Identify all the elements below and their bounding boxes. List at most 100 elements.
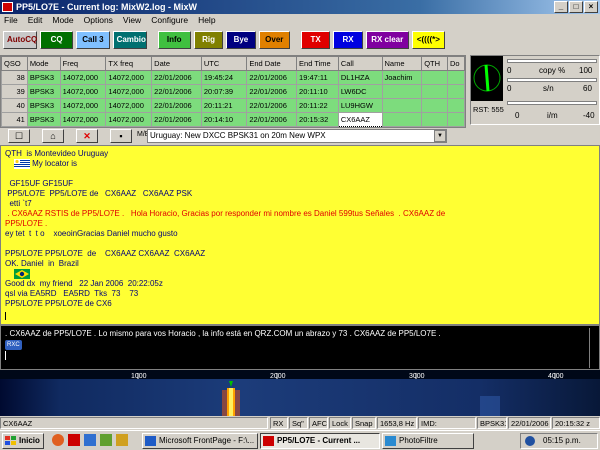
macro-call3-button[interactable]: Call 3 [76,31,110,49]
delete-icon[interactable]: ✕ [76,129,98,143]
rx-line: Good dx my friend 22 Jan 2006 20:22:05z [5,279,163,289]
rx-line: GF15UF GF15UF [5,179,74,189]
macro-autocq-button[interactable]: AutoCQ [3,31,37,49]
macro-info-button[interactable]: Info [157,31,191,49]
quick-launch [52,434,128,446]
taskbar-item-mixw[interactable]: PP5/LO7E - Current ... [260,433,380,449]
status-afc[interactable]: AFC [309,417,328,429]
tx-scrollbar[interactable] [589,328,597,368]
column-header[interactable]: End Date [246,56,298,71]
menu-configure[interactable]: Configure [151,14,188,27]
waterfall-display[interactable]: 1000 2000 3000 4000 [0,370,600,416]
sn-min-label: 0 [507,84,512,93]
tx-button[interactable]: TX [300,31,331,49]
waterfall-graphic[interactable]: 1000 2000 3000 4000 [0,370,600,416]
menu-mode[interactable]: Mode [52,14,73,27]
taskbar-item-frontpage[interactable]: Microsoft FrontPage - F:\... [142,433,258,449]
column-header[interactable]: QSO [1,56,28,71]
column-header[interactable]: TX freq [105,56,153,71]
table-row[interactable]: 38 BPSK3 14072,000 14072,000 22/01/2006 … [1,70,465,85]
table-row-selected[interactable]: 41 BPSK3 14072,000 14072,000 22/01/2006 … [1,112,465,127]
new-qso-icon[interactable]: ☐ [8,129,30,143]
imd-label: i/m [547,111,558,120]
table-row[interactable]: 40 BPSK3 14072,000 14072,000 22/01/2006 … [1,98,465,113]
rx-button[interactable]: RX [333,31,363,49]
chevron-down-icon[interactable]: ▼ [434,130,446,142]
macro-bye-button[interactable]: Bye [226,31,256,49]
menu-view[interactable]: View [123,14,141,27]
freq-cell: 14072,000 [59,112,107,127]
freq-cell: 14072,000 [59,98,107,113]
tx-text-pane[interactable]: . CX6AAZ de PP5/LO7E . Lo mismo para vos… [0,325,600,370]
rx-clear-button[interactable]: RX clear [365,31,409,49]
network-icon[interactable] [525,436,535,446]
menu-options[interactable]: Options [84,14,113,27]
column-header[interactable]: Mode [26,56,61,71]
qso-number-cell: 41 [1,112,28,127]
rx-text-pane[interactable]: QTH is Montevideo Uruguay My locator is … [0,145,600,325]
taskbar-item-photofiltre[interactable]: PhotoFiltre [382,433,474,449]
dx-info-dropdown[interactable]: Uruguay: New DXCC BPSK31 on 20m New WPX … [147,129,447,143]
copy-min-label: 0 [507,66,512,75]
windows-logo-icon [5,436,16,446]
start-button[interactable]: Inicio [2,433,44,449]
waterfall-scale-label: 1000 [131,373,147,380]
end-date-cell: 22/01/2006 [246,70,298,85]
menu-help[interactable]: Help [198,14,215,27]
maximize-button[interactable]: □ [569,1,583,13]
menu-edit[interactable]: Edit [28,14,43,27]
status-frequency[interactable]: 1653,8 Hz [377,417,417,429]
column-header[interactable]: Date [151,56,202,71]
name-cell [381,112,423,127]
qso-log-table: QSO Mode Freq TX freq Date UTC End Date … [0,55,466,128]
macro-fish-button[interactable]: <((((*> [411,31,446,49]
copy-meter-bar [507,59,597,63]
macro-cq-button[interactable]: CQ [40,31,74,49]
column-header[interactable]: Call [337,56,383,71]
tx-cursor [5,351,6,360]
rxc-tag: RXC [5,340,22,350]
sn-max-label: 60 [583,84,592,93]
status-snap[interactable]: Snap [352,417,376,429]
meters-panel: 0 copy % 100 0 s/n 60 RST: 555 0 i/m -40 [470,55,600,125]
column-header[interactable]: Freq [59,56,107,71]
status-rx[interactable]: RX [270,417,288,429]
qth-cell [421,112,448,127]
column-header[interactable]: QTH [421,56,448,71]
rst-readout: RST: 555 [473,105,504,114]
macro-toolbar: AutoCQ CQ Call 3 Cambio Info Rig Bye Ove… [0,31,446,51]
call-cell[interactable]: CX6AAZ [337,112,383,127]
desktop-icon[interactable] [100,434,112,446]
status-squelch[interactable]: Sq" [289,417,308,429]
mode-cell: BPSK3 [26,70,61,85]
rx-line [5,239,595,249]
firefox-icon[interactable] [52,434,64,446]
macro-cambio-button[interactable]: Cambio [112,31,147,49]
utc-cell: 19:45:24 [200,70,248,85]
macro-rig-button[interactable]: Rig [193,31,224,49]
macro-over-button[interactable]: Over [258,31,290,49]
menu-file[interactable]: File [4,14,18,27]
date-cell: 22/01/2006 [151,84,202,99]
close-button[interactable]: × [584,1,598,13]
window-title: PP5/LO7E - Current log: MixW2.log - MixW [16,2,198,12]
lookup-icon[interactable]: ⌂ [42,129,64,143]
save-icon[interactable]: ▪ [110,129,132,143]
ie-icon[interactable] [84,434,96,446]
column-header[interactable]: Do [447,56,465,71]
uruguay-flag-icon [13,159,30,169]
column-header[interactable]: End Time [296,56,339,71]
clock[interactable]: 05:15 p.m. [543,436,581,445]
status-mode[interactable]: BPSK31 [477,417,507,429]
minimize-button[interactable]: _ [554,1,568,13]
column-header[interactable]: UTC [200,56,248,71]
folder-icon[interactable] [116,434,128,446]
app-icon [2,2,13,12]
phase-scope [471,56,503,101]
column-header[interactable]: Name [381,56,423,71]
status-lock[interactable]: Lock [329,417,351,429]
taskbar-item-label: PP5/LO7E - Current ... [277,436,361,445]
table-row[interactable]: 39 BPSK3 14072,000 14072,000 22/01/2006 … [1,84,465,99]
app-launch-icon[interactable] [68,434,80,446]
phase-scope-graphic [473,64,501,92]
